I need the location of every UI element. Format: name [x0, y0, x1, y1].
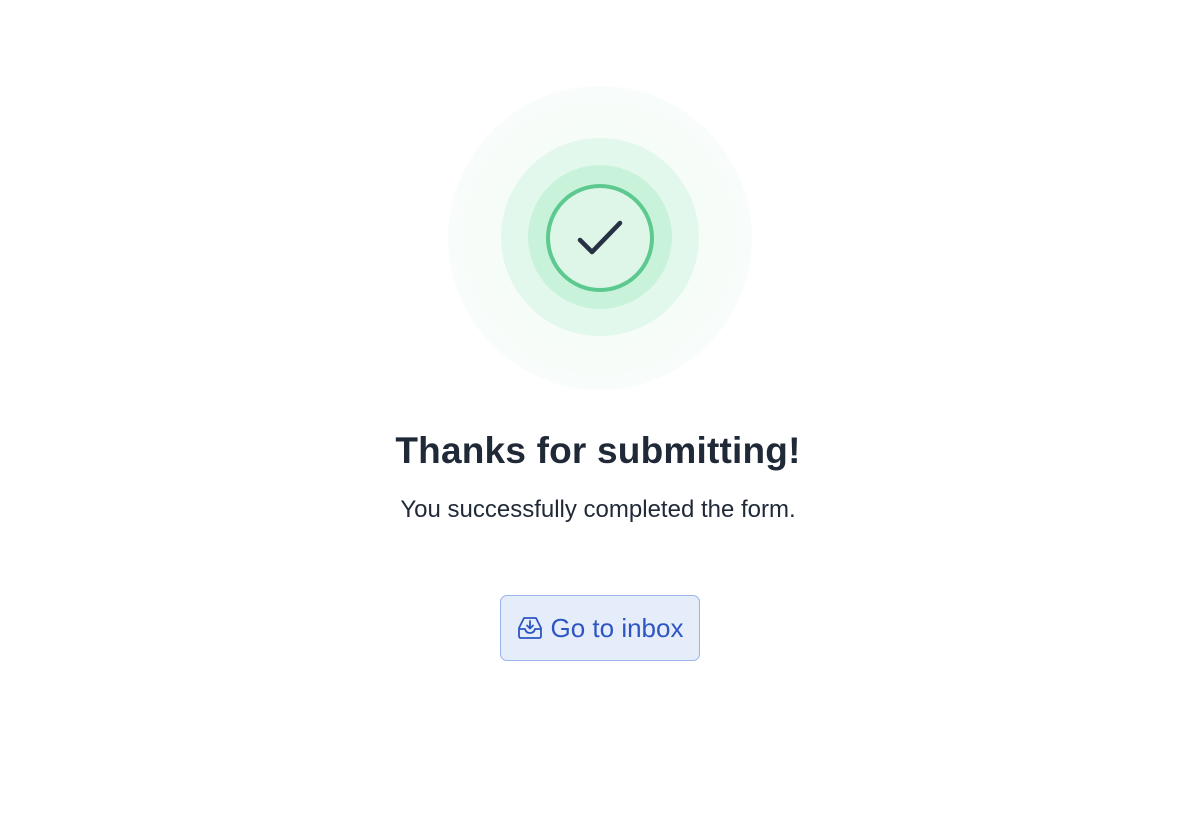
- page-title: Thanks for submitting!: [395, 430, 801, 471]
- go-to-inbox-label: Go to inbox: [550, 612, 684, 643]
- go-to-inbox-button[interactable]: Go to inbox: [500, 595, 700, 661]
- check-icon: [546, 184, 654, 292]
- inbox-download-icon: [517, 616, 543, 640]
- confirmation-message: You successfully completed the form.: [400, 496, 796, 523]
- success-graphic: [448, 86, 752, 390]
- submission-confirmation-page: Thanks for submitting! You successfully …: [0, 0, 1196, 832]
